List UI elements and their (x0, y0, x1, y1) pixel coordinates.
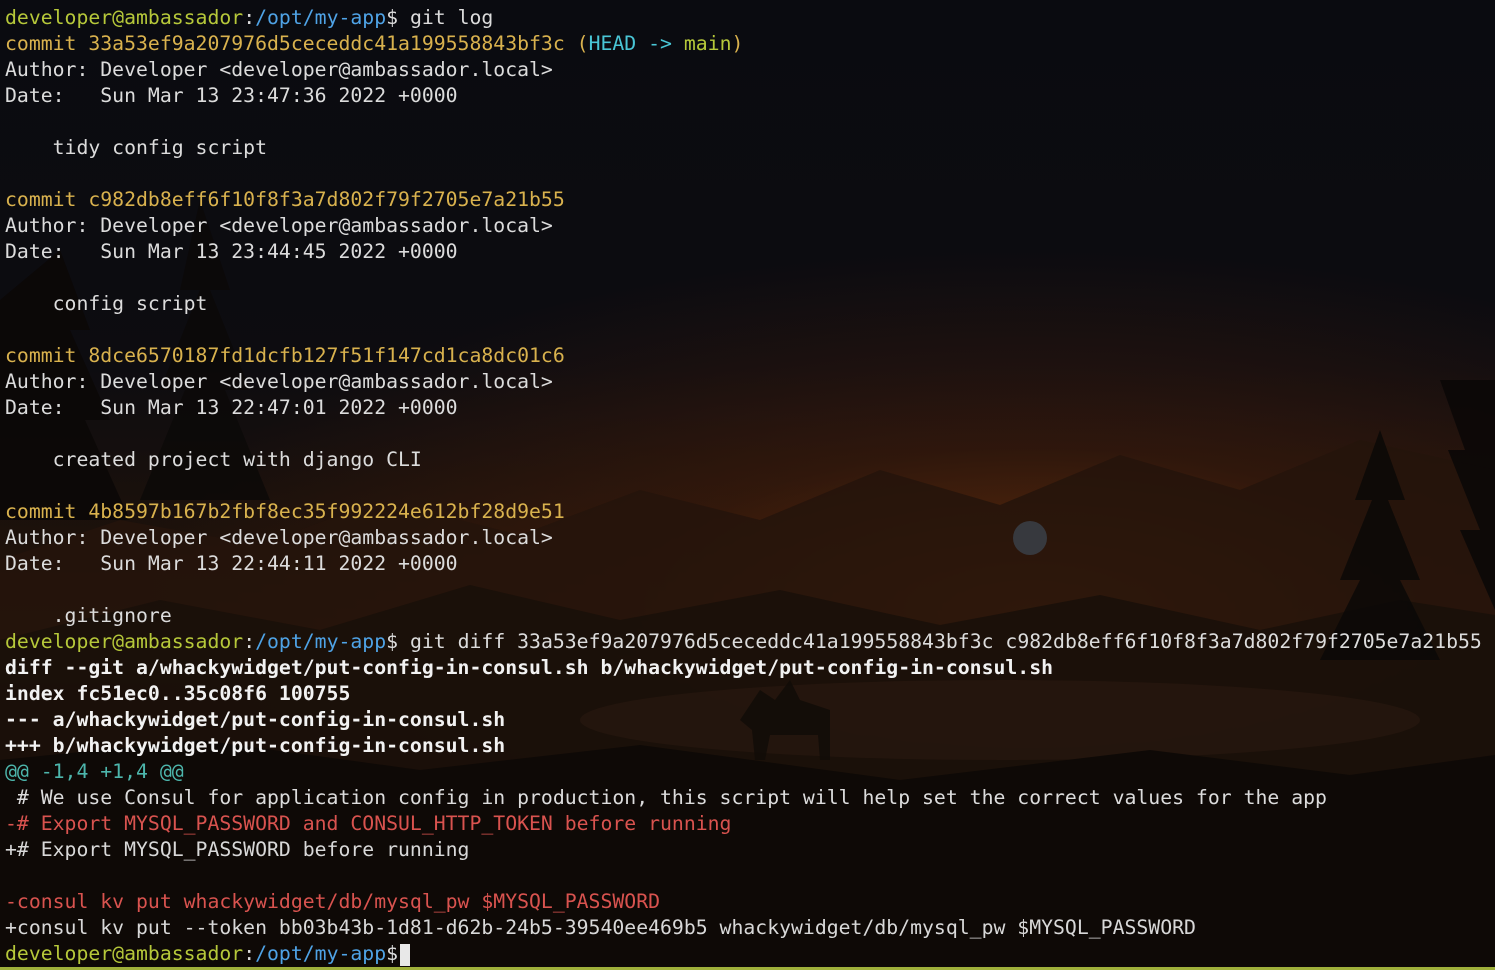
prompt-line-current[interactable]: developer@ambassador:/opt/my-app$ (5, 941, 1482, 967)
diff-new-file: +++ b/whackywidget/put-config-in-consul.… (5, 734, 506, 757)
command-text: git log (398, 6, 494, 29)
commit-message: created project with django CLI (5, 448, 422, 471)
prompt-path: /opt/my-app (255, 630, 387, 653)
prompt-symbol: $ (386, 942, 399, 965)
diff-context-line: # We use Consul for application config i… (5, 786, 1327, 809)
commit-hash: commit 33a53ef9a207976d5ceceddc41a199558… (5, 32, 565, 55)
terminal-output: developer@ambassador:/opt/my-app$ git lo… (5, 5, 1482, 967)
terminal-window[interactable]: developer@ambassador:/opt/my-app$ git lo… (0, 0, 1495, 970)
commit-message: tidy config script (5, 136, 268, 159)
diff-index: index fc51ec0..35c08f6 100755 (5, 682, 351, 705)
diff-removed-line: -# Export MYSQL_PASSWORD and CONSUL_HTTP… (5, 812, 732, 835)
ref-close: ) (731, 32, 744, 55)
commit-message: .gitignore (5, 604, 172, 627)
commit-date: Date: Sun Mar 13 22:44:11 2022 +0000 (5, 552, 458, 575)
prompt-symbol: $ (386, 6, 399, 29)
prompt-separator: : (243, 942, 256, 965)
prompt-user-host: developer@ambassador (5, 6, 244, 29)
commit-line: commit 4b8597b167b2fbf8ec35f992224e612bf… (5, 500, 565, 523)
commit-line: commit 33a53ef9a207976d5ceceddc41a199558… (5, 31, 1482, 57)
prompt-line-git-diff: developer@ambassador:/opt/my-app$ git di… (5, 629, 1482, 655)
diff-hunk-header: @@ -1,4 +1,4 @@ (5, 760, 184, 783)
prompt-path: /opt/my-app (255, 6, 387, 29)
prompt-separator: : (243, 6, 256, 29)
diff-removed-line: -consul kv put whackywidget/db/mysql_pw … (5, 890, 661, 913)
diff-old-file: --- a/whackywidget/put-config-in-consul.… (5, 708, 506, 731)
ref-open: ( (564, 32, 589, 55)
prompt-path: /opt/my-app (255, 942, 387, 965)
diff-header: diff --git a/whackywidget/put-config-in-… (5, 656, 1054, 679)
commit-line: commit 8dce6570187fd1dcfb127f51f147cd1ca… (5, 344, 565, 367)
commit-author: Author: Developer <developer@ambassador.… (5, 370, 553, 393)
commit-date: Date: Sun Mar 13 22:47:01 2022 +0000 (5, 396, 458, 419)
diff-added-line: +# Export MYSQL_PASSWORD before running (5, 838, 470, 861)
commit-date: Date: Sun Mar 13 23:47:36 2022 +0000 (5, 84, 458, 107)
prompt-separator: : (243, 630, 256, 653)
prompt-user-host: developer@ambassador (5, 630, 244, 653)
prompt-line-git-log: developer@ambassador:/opt/my-app$ git lo… (5, 5, 1482, 31)
head-ref: HEAD -> (588, 32, 672, 55)
commit-date: Date: Sun Mar 13 23:44:45 2022 +0000 (5, 240, 458, 263)
prompt-user-host: developer@ambassador (5, 942, 244, 965)
diff-added-line: +consul kv put --token bb03b43b-1d81-d62… (5, 916, 1196, 939)
branch-ref: main (671, 32, 732, 55)
commit-author: Author: Developer <developer@ambassador.… (5, 58, 553, 81)
block-cursor-icon[interactable] (400, 943, 411, 966)
command-text: git diff 33a53ef9a207976d5ceceddc41a1995… (398, 630, 1482, 653)
commit-author: Author: Developer <developer@ambassador.… (5, 214, 553, 237)
commit-line: commit c982db8eff6f10f8f3a7d802f79f2705e… (5, 188, 565, 211)
commit-message: config script (5, 292, 208, 315)
commit-author: Author: Developer <developer@ambassador.… (5, 526, 553, 549)
prompt-symbol: $ (386, 630, 399, 653)
